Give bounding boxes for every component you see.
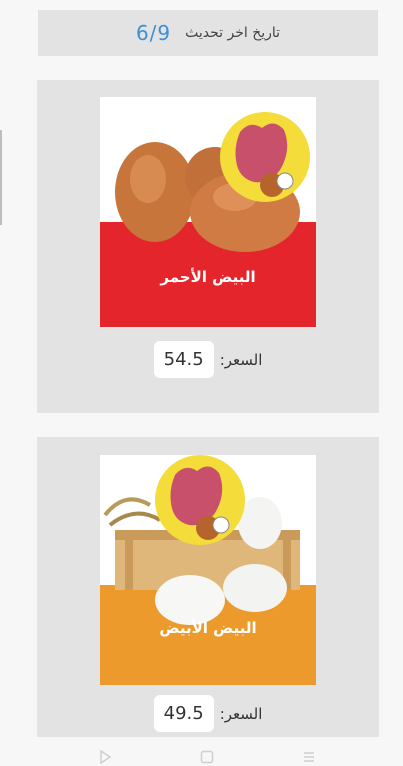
back-triangle-icon[interactable]	[98, 750, 112, 764]
menu-lines-icon[interactable]	[302, 750, 316, 764]
white-eggs-price-row: السعر: 49.5	[37, 695, 379, 732]
last-update-label: تاريخ اخر تحديث	[185, 25, 281, 41]
screen: تاريخ اخر تحديث 6/9 البيض الأحمر السعر: …	[0, 0, 403, 766]
white-eggs-title: البيض الأبيض	[159, 619, 256, 637]
product-card-white-eggs[interactable]: البيض الأبيض السعر: 49.5	[37, 437, 379, 737]
home-square-icon[interactable]	[200, 750, 214, 764]
system-nav-bar	[0, 742, 403, 766]
white-eggs-price: 49.5	[153, 695, 214, 732]
last-update-date: 6/9	[135, 21, 172, 45]
last-update-bar: تاريخ اخر تحديث 6/9	[38, 10, 378, 56]
product-card-red-eggs[interactable]: البيض الأحمر السعر: 54.5	[37, 80, 379, 413]
red-eggs-price-row: السعر: 54.5	[37, 341, 379, 378]
price-label: السعر:	[219, 704, 263, 723]
red-eggs-image: البيض الأحمر	[100, 97, 316, 327]
red-eggs-title: البيض الأحمر	[159, 268, 255, 286]
edge-indicator	[0, 130, 2, 225]
price-label: السعر:	[219, 350, 263, 369]
red-eggs-price: 54.5	[153, 341, 214, 378]
white-eggs-image: البيض الأبيض	[100, 455, 316, 685]
